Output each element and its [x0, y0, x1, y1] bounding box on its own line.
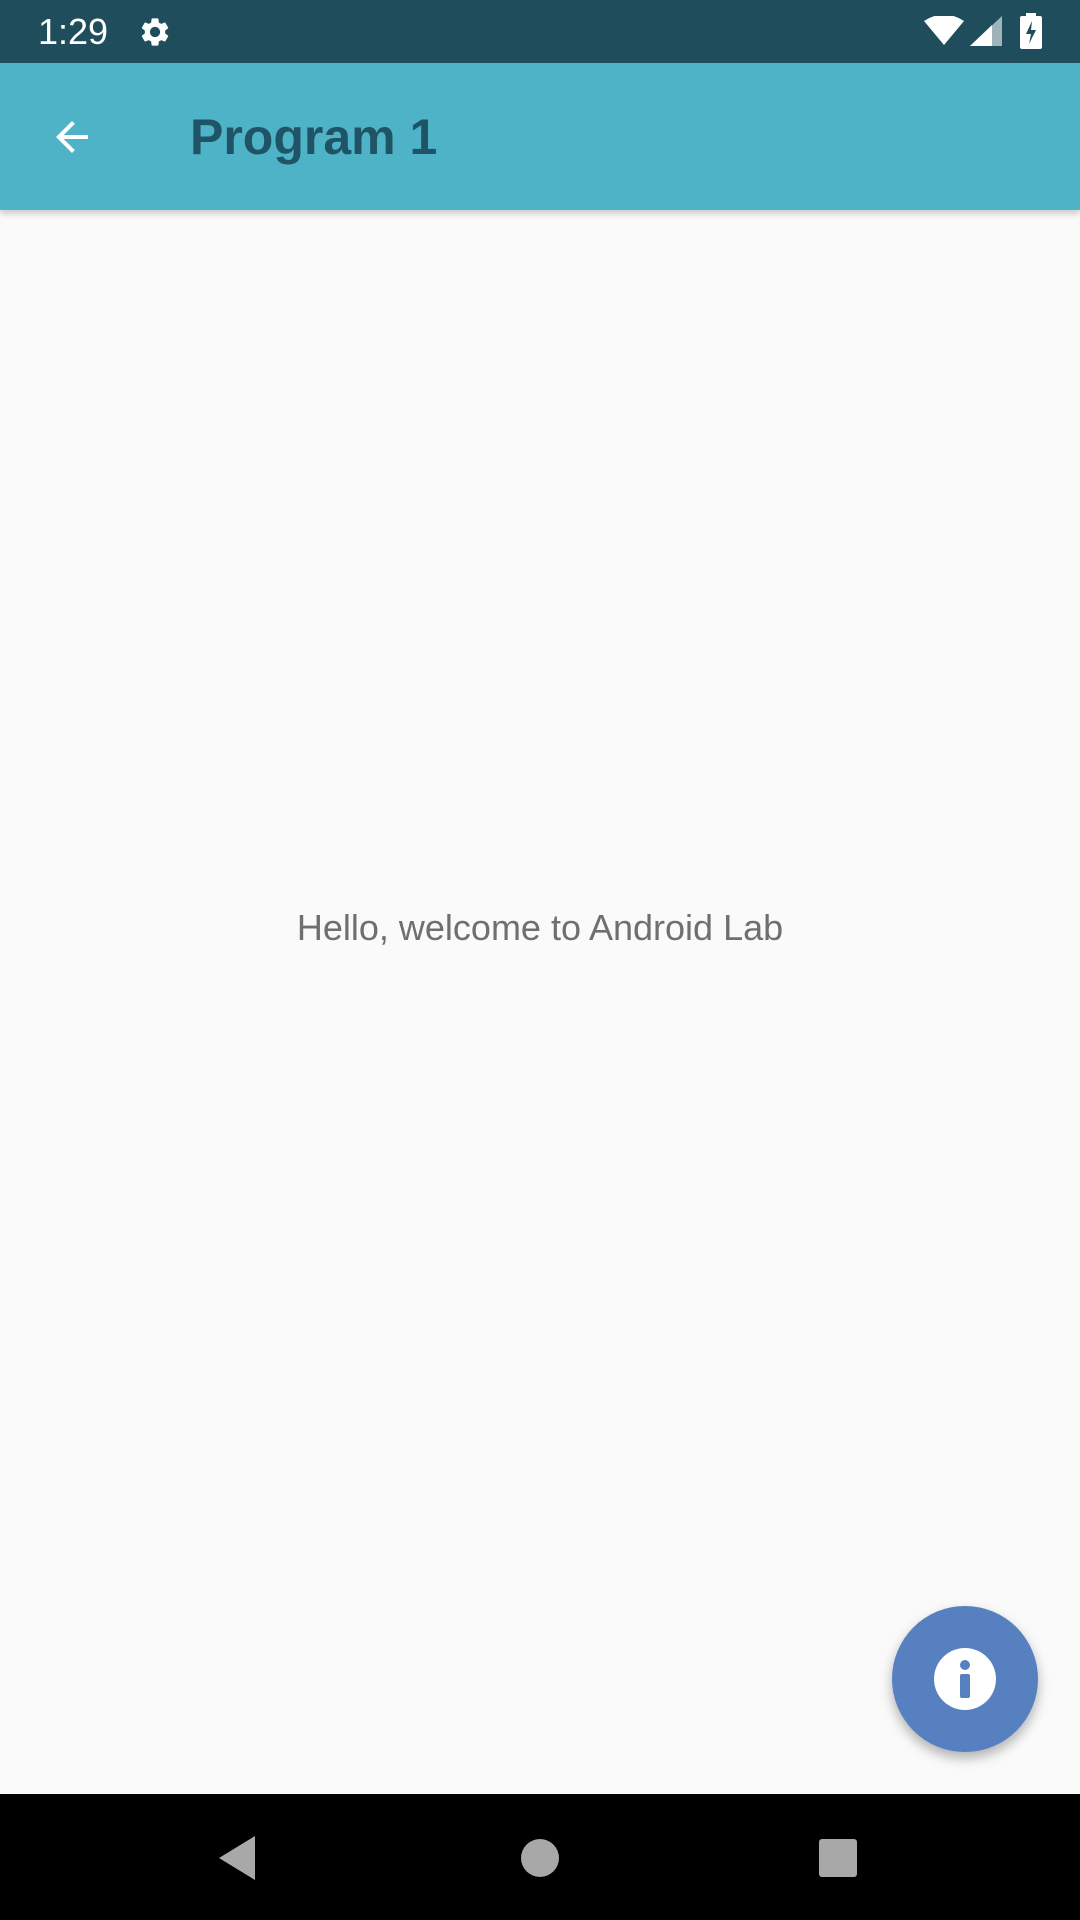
nav-back-icon[interactable] [215, 1834, 259, 1882]
phone-screen: 1:29 Program 1 Hello, welcome to Android… [0, 0, 1080, 1920]
wifi-icon [924, 16, 964, 45]
page-title: Program 1 [190, 109, 438, 165]
arrow-back-icon [56, 121, 88, 153]
welcome-message: Hello, welcome to Android Lab [296, 907, 784, 948]
battery-charging-icon [1020, 13, 1042, 49]
status-bar: 1:29 [0, 0, 1080, 63]
nav-recents-icon[interactable] [818, 1838, 858, 1878]
app-bar: Program 1 [0, 63, 1080, 210]
signal-icon [970, 16, 1002, 46]
main-content: Hello, welcome to Android Lab [0, 210, 1080, 1794]
info-fab-button[interactable] [892, 1606, 1038, 1752]
status-time: 1:29 [38, 11, 109, 52]
info-icon [934, 1648, 996, 1710]
back-button[interactable] [30, 101, 114, 173]
navigation-bar [0, 1794, 1080, 1920]
gear-icon [141, 18, 169, 46]
nav-home-icon[interactable] [519, 1837, 561, 1879]
